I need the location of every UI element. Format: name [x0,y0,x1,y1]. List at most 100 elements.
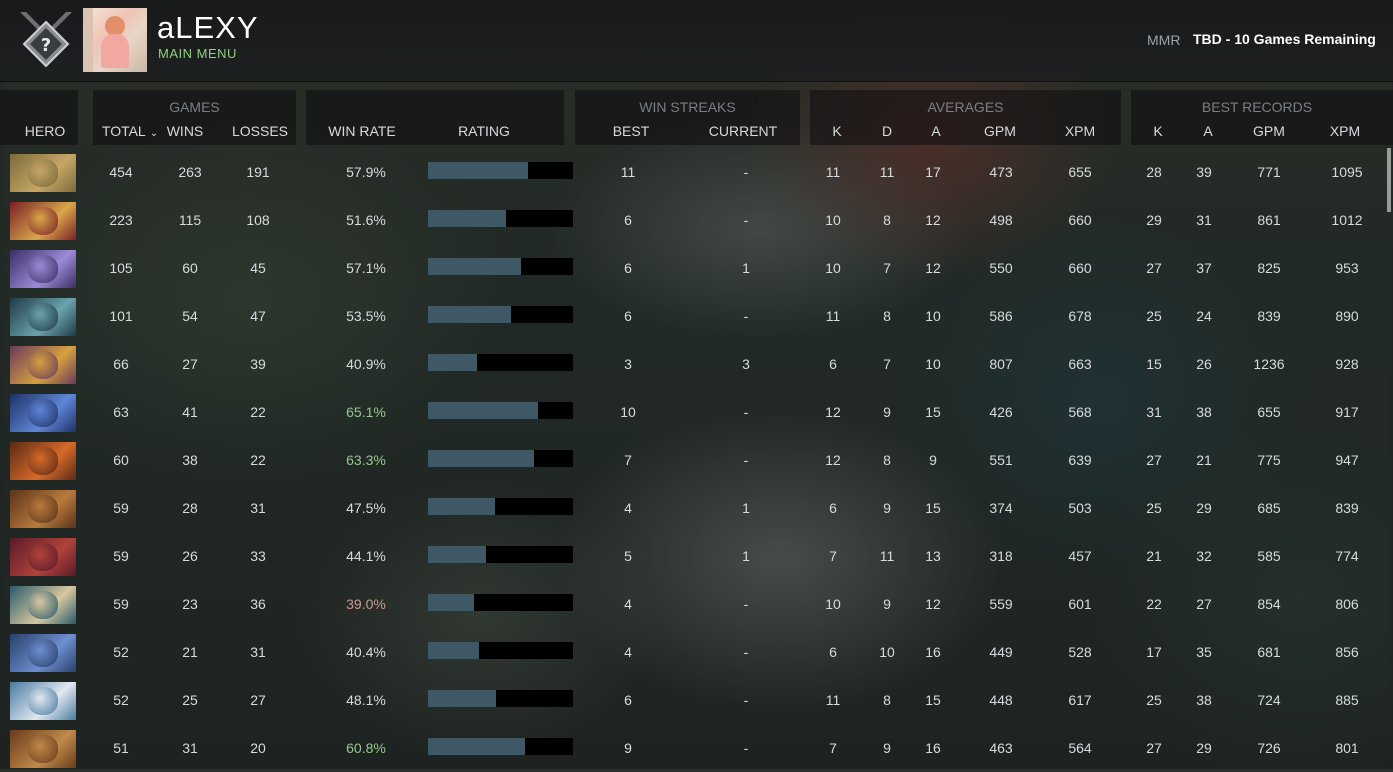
cell-xpm: 655 [1068,164,1092,180]
cell-wins: 27 [182,356,198,372]
cell-wins: 263 [178,164,202,180]
col-total[interactable]: TOTAL ⌄ [95,123,165,139]
cell-best: 6 [624,260,632,276]
rating-bar [428,450,573,467]
col-best-k[interactable]: K [1143,123,1173,139]
table-row[interactable]: 66 27 39 40.9% 3 3 6 7 10 807 663 15 26 1236 928 [0,340,1393,388]
table-row[interactable]: 105 60 45 57.1% 6 1 10 7 12 550 660 27 37 825 953 [0,244,1393,292]
col-win-rate[interactable]: WIN RATE [322,123,402,139]
cell-k: 10 [825,212,841,228]
cell-k: 6 [829,500,837,516]
hero-portrait-9-icon[interactable] [10,538,76,576]
scrollbar[interactable] [1387,148,1391,212]
cell-bxpm: 1095 [1331,164,1363,180]
rank-badge-icon[interactable]: ? [16,10,76,72]
cell-current: 3 [742,356,750,372]
cell-bk: 17 [1146,644,1162,660]
top-bar: ? aLEXY MAIN MENU MMR TBD - 10 Games Rem… [0,0,1393,82]
table-row[interactable]: 52 25 27 48.1% 6 - 11 8 15 448 617 25 38 724 885 [0,676,1393,724]
cell-total: 223 [109,212,133,228]
hero-portrait-8-icon[interactable] [10,490,76,528]
cell-ba: 29 [1196,500,1212,516]
hero-portrait-7-icon[interactable] [10,442,76,480]
col-losses[interactable]: LOSSES [228,123,292,139]
rating-bar [428,258,573,275]
col-current-streak[interactable]: CURRENT [700,123,786,139]
cell-losses: 31 [250,500,266,516]
cell-losses: 27 [250,692,266,708]
hero-portrait-5-icon[interactable] [10,346,76,384]
cell-k: 11 [825,692,841,708]
cell-losses: 31 [250,644,266,660]
cell-xpm: 678 [1068,308,1092,324]
cell-wins: 28 [182,500,198,516]
cell-bk: 31 [1146,404,1162,420]
cell-bgpm: 1236 [1253,356,1285,372]
rating-bar [428,354,573,371]
cell-bgpm: 775 [1257,452,1281,468]
cell-bxpm: 885 [1335,692,1359,708]
rating-bar-fill [428,210,506,227]
col-avg-d[interactable]: D [872,123,902,139]
cell-best: 4 [624,644,632,660]
col-total-label: TOTAL [101,123,146,139]
cell-win-rate: 44.1% [346,548,386,564]
cell-total: 66 [113,356,129,372]
col-best-xpm[interactable]: XPM [1320,123,1370,139]
cell-total: 52 [113,692,129,708]
main-menu-link[interactable]: MAIN MENU [158,46,237,61]
cell-k: 11 [825,308,841,324]
table-row[interactable]: 60 38 22 63.3% 7 - 12 8 9 551 639 27 21 775 947 [0,436,1393,484]
cell-k: 10 [825,596,841,612]
col-best-a[interactable]: A [1193,123,1223,139]
table-row[interactable]: 59 28 31 47.5% 4 1 6 9 15 374 503 25 29 685 839 [0,484,1393,532]
hero-portrait-6-icon[interactable] [10,394,76,432]
cell-d: 8 [883,692,891,708]
col-avg-k[interactable]: K [822,123,852,139]
cell-a: 10 [925,356,941,372]
player-avatar[interactable] [83,8,147,72]
hero-portrait-11-icon[interactable] [10,634,76,672]
cell-bgpm: 861 [1257,212,1281,228]
col-wins[interactable]: WINS [160,123,210,139]
hero-portrait-3-icon[interactable] [10,250,76,288]
cell-total: 101 [109,308,133,324]
col-avg-xpm[interactable]: XPM [1055,123,1105,139]
hero-portrait-1-icon[interactable] [10,154,76,192]
table-row[interactable]: 51 31 20 60.8% 9 - 7 9 16 463 564 27 29 726 801 [0,724,1393,772]
hero-portrait-10-icon[interactable] [10,586,76,624]
col-best-streak[interactable]: BEST [601,123,661,139]
cell-ba: 37 [1196,260,1212,276]
col-avg-gpm[interactable]: GPM [975,123,1025,139]
col-rating[interactable]: RATING [444,123,524,139]
hero-portrait-2-icon[interactable] [10,202,76,240]
hero-portrait-4-icon[interactable] [10,298,76,336]
table-row[interactable]: 454 263 191 57.9% 11 - 11 11 17 473 655 28 39 771 1095 [0,148,1393,196]
cell-gpm: 586 [989,308,1013,324]
cell-gpm: 498 [989,212,1013,228]
cell-win-rate: 60.8% [346,740,386,756]
rating-bar-fill [428,738,525,755]
cell-bgpm: 681 [1257,644,1281,660]
table-row[interactable]: 223 115 108 51.6% 6-10 8 12 498 660 29 31 861 1012 [0,196,1393,244]
rating-bar [428,594,573,611]
cell-current: 1 [742,548,750,564]
cell-bk: 27 [1146,740,1162,756]
col-best-gpm[interactable]: GPM [1244,123,1294,139]
table-row[interactable]: 59 23 36 39.0% 4 - 10 9 12 559 601 22 27 854 806 [0,580,1393,628]
col-hero[interactable]: HERO [10,123,80,139]
cell-wins: 31 [182,740,198,756]
table-row[interactable]: 59 26 33 44.1% 5 1 7 11 13 318 457 21 32 585 774 [0,532,1393,580]
col-avg-a[interactable]: A [921,123,951,139]
hero-portrait-13-icon[interactable] [10,730,76,768]
cell-win-rate: 63.3% [346,452,386,468]
cell-best: 4 [624,596,632,612]
cell-k: 11 [825,164,841,180]
cell-losses: 20 [250,740,266,756]
cell-gpm: 318 [989,548,1013,564]
table-row[interactable]: 101 54 47 53.5% 6 - 11 8 10 586 678 25 24 839 890 [0,292,1393,340]
hero-portrait-12-icon[interactable] [10,682,76,720]
cell-bk: 27 [1146,260,1162,276]
table-row[interactable]: 63 41 22 65.1% 10 - 12 9 15 426 568 31 38 655 917 [0,388,1393,436]
table-row[interactable]: 52 21 31 40.4% 4 - 6 10 16 449 528 17 35 681 856 [0,628,1393,676]
